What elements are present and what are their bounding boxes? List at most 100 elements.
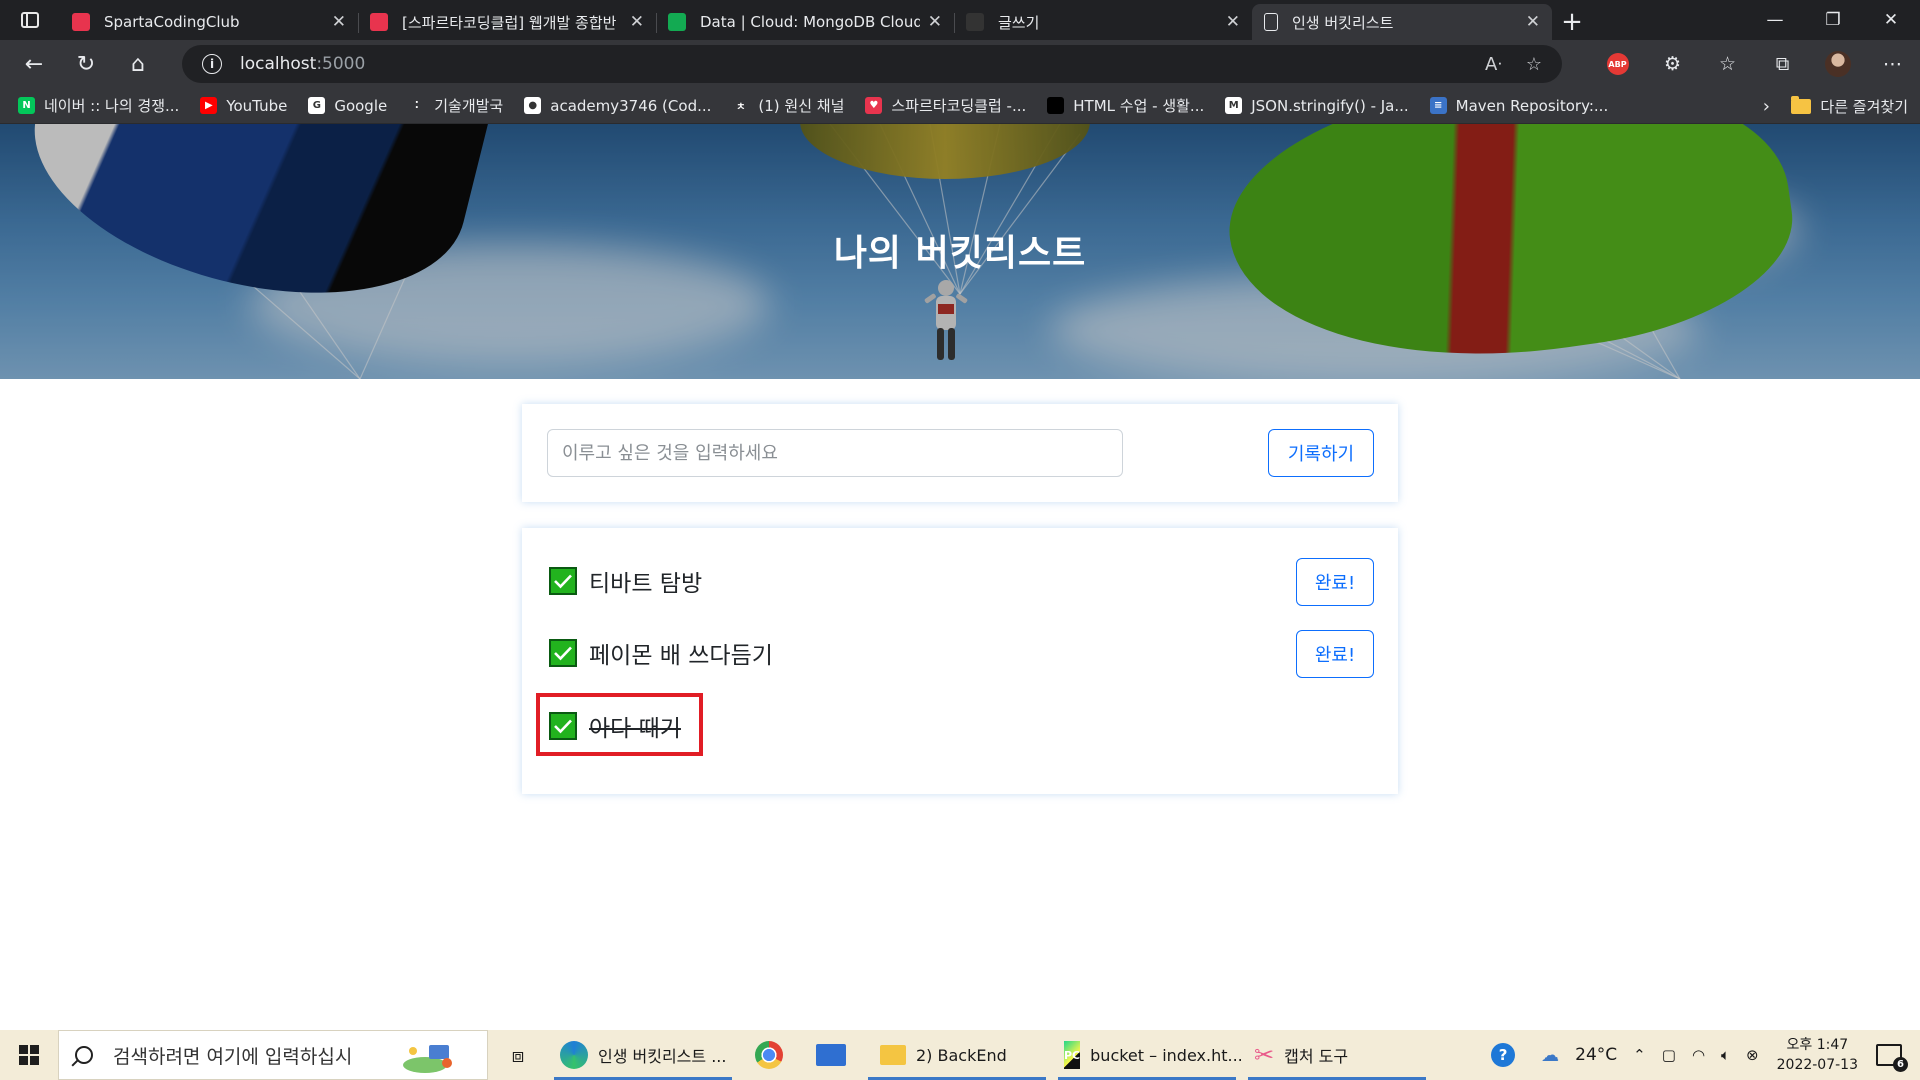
new-tab-icon[interactable]: + — [1552, 4, 1592, 40]
site-info-icon[interactable]: i — [202, 54, 222, 74]
done-button[interactable]: 완료! — [1296, 558, 1374, 606]
bookmark-item[interactable]: HTML 수업 - 생활... — [1047, 95, 1204, 116]
bookmark-label: 스파르타코딩클럽 -... — [891, 97, 1027, 115]
tab-title: 글쓰기 — [998, 13, 1040, 32]
save-button[interactable]: 기록하기 — [1268, 429, 1374, 477]
close-tab-icon[interactable]: ✕ — [928, 12, 942, 32]
tab-actions-icon[interactable] — [0, 0, 60, 40]
bookmarks-bar: N 네이버 :: 나의 경쟁... ▶ YouTube G Google ⁚ 기술개발국 ● ac… — [0, 88, 1920, 124]
mongodb-leaf-icon — [668, 13, 686, 31]
taskbar-pycharm[interactable]: PC bucket – index.ht... — [1052, 1030, 1243, 1080]
bookmark-item[interactable]: ⁚ 기술개발국 — [408, 95, 503, 116]
bookmark-favicon-icon: N — [18, 97, 35, 114]
done-button[interactable]: 완료! — [1296, 630, 1374, 678]
chevron-up-icon[interactable]: ⌃ — [1633, 1046, 1646, 1064]
bookmark-label: 네이버 :: 나의 경쟁... — [44, 97, 180, 115]
bookmark-favicon-icon: G — [308, 97, 326, 114]
meet-now-icon[interactable]: ▢ — [1662, 1046, 1676, 1064]
taskbar-snipping-tool[interactable]: ✂ 캡처 도구 — [1242, 1030, 1432, 1080]
taskbar-search[interactable]: 검색하려면 여기에 입력하십시 — [58, 1030, 488, 1080]
window-controls: — ❐ ✕ — [1746, 0, 1920, 40]
close-tab-icon[interactable]: ✕ — [1226, 12, 1240, 32]
mail-icon — [816, 1044, 846, 1066]
task-view-icon[interactable]: ⧈ — [488, 1030, 548, 1080]
tab-spartacodingclub[interactable]: SpartaCodingClub ✕ — [60, 4, 358, 40]
minimize-icon[interactable]: — — [1746, 0, 1804, 40]
close-tab-icon[interactable]: ✕ — [332, 12, 346, 32]
bookmark-item[interactable]: G Google — [308, 97, 387, 115]
folder-icon — [880, 1045, 906, 1065]
taskbar-edge[interactable]: 인생 버킷리스트 ... — [548, 1030, 738, 1080]
bookmark-favicon-icon — [1047, 97, 1065, 114]
reload-icon[interactable]: ↻ — [60, 40, 112, 88]
bookmark-favicon-icon: M — [1225, 97, 1243, 114]
taskbar: 검색하려면 여기에 입력하십시 ⧈ 인생 버킷리스트 ... 2) BackEn… — [0, 1030, 1920, 1080]
extensions-puzzle-icon[interactable]: ⚙ — [1645, 53, 1700, 75]
clock[interactable]: 오후 1:47 2022-07-13 — [1777, 1035, 1858, 1075]
tab-title: Data | Cloud: MongoDB Cloud — [700, 13, 920, 31]
item-text: 페이몬 배 쓰다듬기 — [589, 643, 773, 669]
volume-icon[interactable]: 🔈︎ — [1721, 1046, 1730, 1064]
favorite-star-icon[interactable]: ☆ — [1526, 54, 1542, 75]
bookmark-item[interactable]: ♥ 스파르타코딩클럽 -... — [865, 95, 1026, 116]
bookmarks-overflow-icon[interactable]: › — [1763, 88, 1770, 124]
close-tab-icon[interactable]: ✕ — [1526, 12, 1540, 32]
taskbar-mail[interactable] — [800, 1030, 862, 1080]
tab-title: [스파르타코딩클럽] 웹개발 종합반 — [402, 13, 617, 32]
temperature[interactable]: 24°C — [1575, 1045, 1617, 1065]
bookmark-item[interactable]: ≡ Maven Repository:... — [1429, 97, 1608, 115]
bookmark-item[interactable]: M JSON.stringify() - Ja... — [1225, 97, 1409, 115]
tab-write[interactable]: 글쓰기 ✕ — [954, 4, 1252, 40]
ime-icon[interactable]: ⊗ — [1746, 1046, 1759, 1064]
list-item: 페이몬 배 쓰다듬기 — [549, 633, 773, 673]
address-bar[interactable]: i localhost:5000 Aᐧ ☆ — [182, 45, 1562, 83]
bookmark-item[interactable]: ㅊ (1) 원신 채널 — [732, 95, 844, 116]
bookmark-favicon-icon: ⁚ — [408, 97, 426, 114]
weather-icon[interactable]: ☁ — [1541, 1045, 1559, 1066]
tab-title: SpartaCodingClub — [104, 13, 240, 31]
tab-bucketlist[interactable]: 인생 버킷리스트 ✕ — [1252, 4, 1552, 40]
adblock-plus-icon[interactable]: ABP — [1590, 53, 1645, 75]
address-url[interactable]: localhost:5000 — [240, 54, 365, 74]
bookmark-label: Google — [334, 96, 388, 115]
bookmark-label: YouTube — [226, 96, 288, 115]
bookmark-favicon-icon: ≡ — [1429, 97, 1447, 114]
taskbar-chrome[interactable] — [738, 1030, 800, 1080]
close-window-icon[interactable]: ✕ — [1862, 0, 1920, 40]
windows-start-icon[interactable] — [0, 1030, 58, 1080]
favorites-list-icon[interactable]: ☆ — [1700, 53, 1755, 75]
edge-icon — [560, 1041, 588, 1069]
bookmark-label: (1) 원신 채널 — [758, 97, 845, 115]
scissors-icon: ✂ — [1254, 1041, 1275, 1069]
home-icon[interactable]: ⌂ — [112, 40, 164, 88]
bookmark-item[interactable]: ▶ YouTube — [200, 97, 287, 115]
bookmark-item[interactable]: N 네이버 :: 나의 경쟁... — [18, 95, 179, 116]
bucket-input[interactable] — [547, 429, 1123, 477]
collections-icon[interactable]: ⧉ — [1755, 53, 1810, 75]
bookmark-label: 기술개발국 — [434, 97, 504, 115]
search-icon — [75, 1046, 93, 1064]
extensions-area: ABP ⚙ ☆ ⧉ ⋯ — [1590, 40, 1920, 88]
read-aloud-icon[interactable]: Aᐧ — [1485, 54, 1502, 75]
back-icon[interactable]: ← — [8, 40, 60, 88]
other-bookmarks[interactable]: 다른 즐겨찾기 — [1791, 88, 1908, 124]
help-icon[interactable]: ? — [1491, 1043, 1516, 1067]
taskbar-explorer[interactable]: 2) BackEnd — [862, 1030, 1052, 1080]
profile-avatar[interactable] — [1810, 51, 1865, 77]
folder-icon — [1791, 95, 1812, 114]
browser-toolbar: ← ↻ ⌂ i localhost:5000 Aᐧ ☆ ABP ⚙ ☆ ⧉ ⋯ — [0, 40, 1920, 88]
hero-banner: 나의 버킷리스트 — [0, 124, 1920, 379]
bookmark-favicon-icon: ▶ — [200, 97, 218, 114]
bookmark-item[interactable]: ● academy3746 (Cod... — [524, 97, 711, 115]
more-menu-icon[interactable]: ⋯ — [1865, 53, 1920, 75]
wifi-icon[interactable]: ◠ — [1692, 1046, 1705, 1064]
tab-sparta-web[interactable]: [스파르타코딩클럽] 웹개발 종합반 ✕ — [358, 4, 656, 40]
restore-icon[interactable]: ❐ — [1804, 0, 1862, 40]
tab-mongodb[interactable]: Data | Cloud: MongoDB Cloud ✕ — [656, 4, 954, 40]
bookmark-label: HTML 수업 - 생활... — [1073, 97, 1205, 115]
sparta-favicon-icon — [72, 13, 90, 31]
notifications-icon[interactable]: 6 — [1876, 1044, 1908, 1072]
book-favicon-icon — [370, 13, 388, 31]
close-tab-icon[interactable]: ✕ — [630, 12, 644, 32]
bookmark-favicon-icon: ㅊ — [732, 97, 750, 114]
